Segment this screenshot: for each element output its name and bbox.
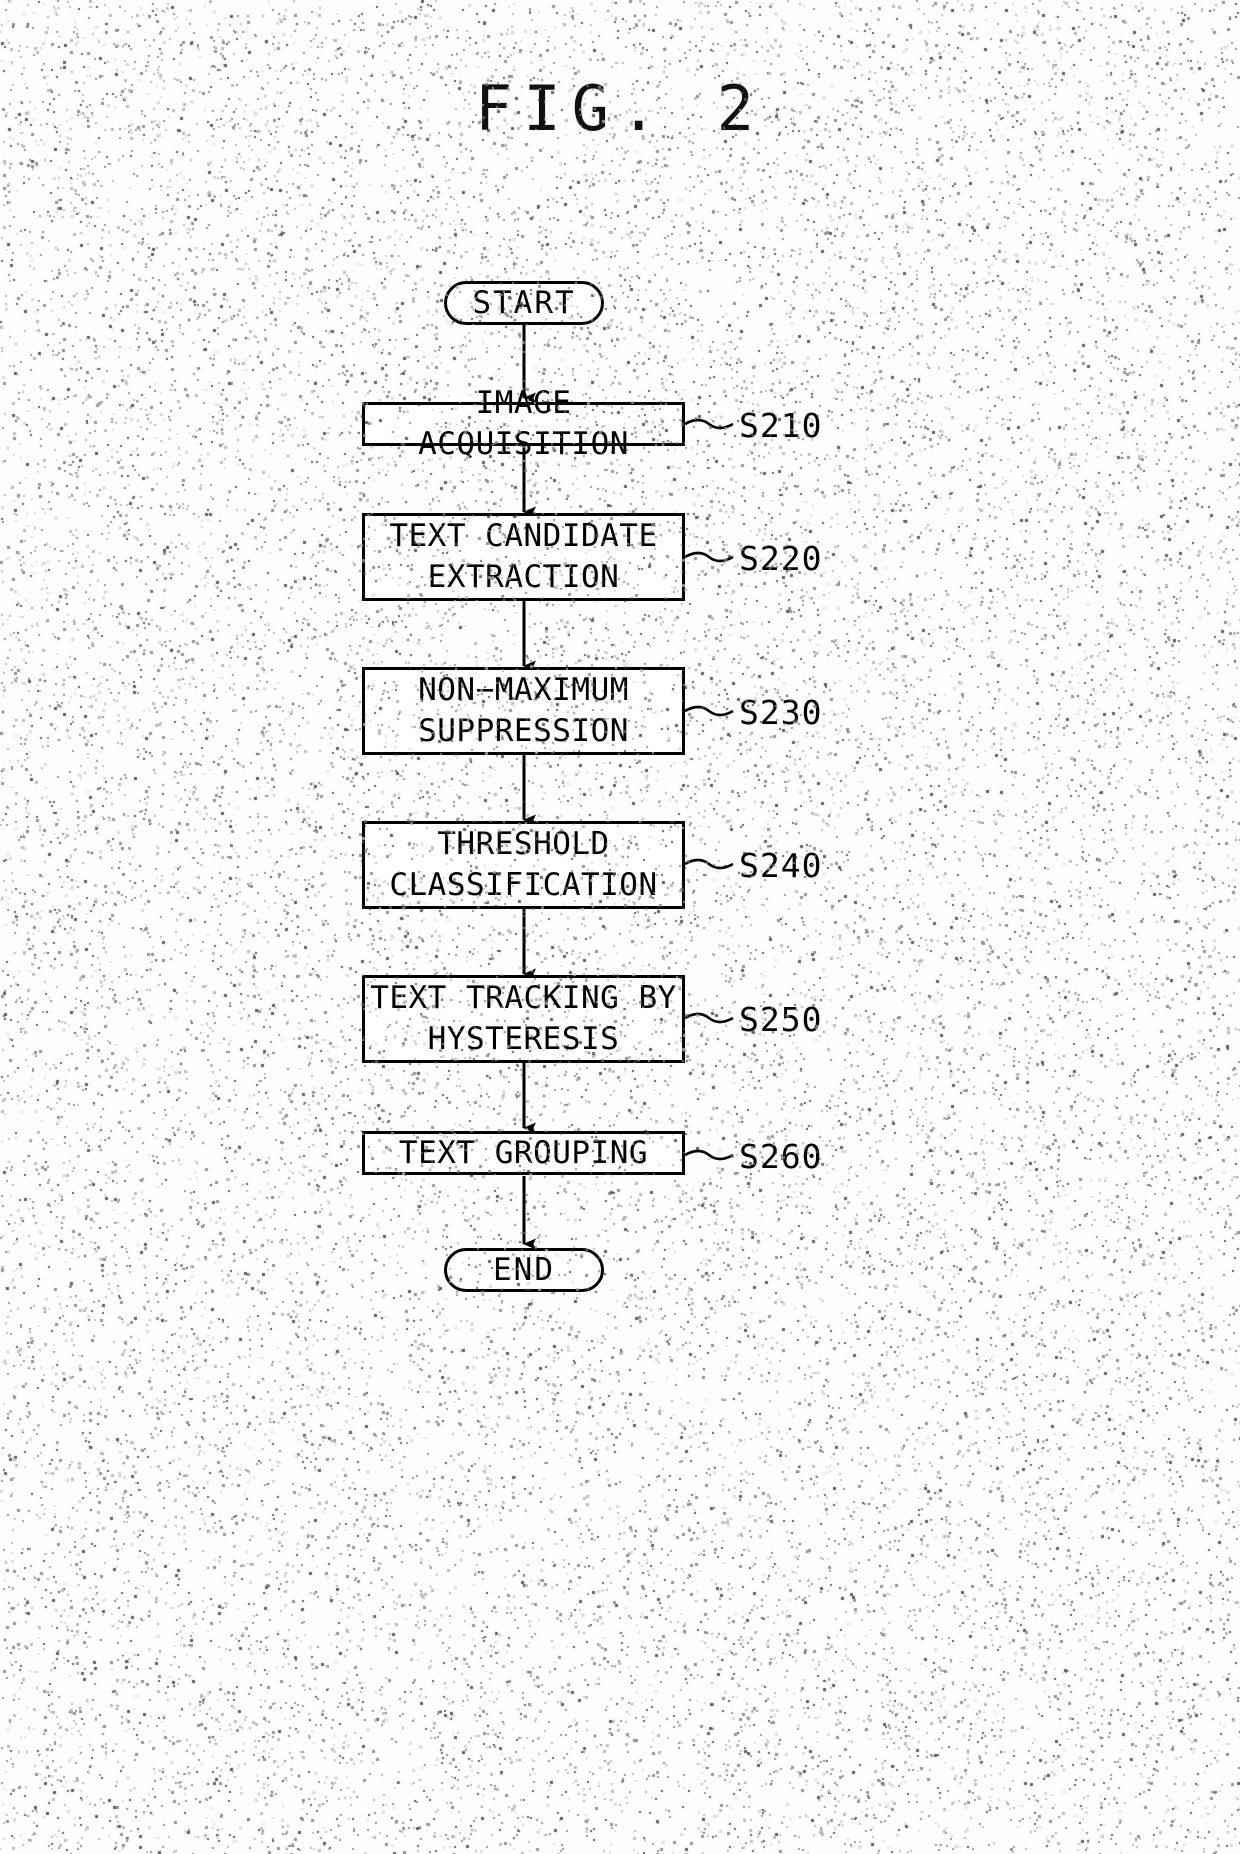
flow-node-start-label: START [472,285,576,321]
step-id-s220: S220 [739,539,823,578]
flow-node-s230: NON−MAXIMUM SUPPRESSION [362,667,685,755]
leader-line-s240 [684,858,734,870]
flow-node-end-label: END [493,1252,555,1288]
step-id-s230: S230 [739,693,823,732]
flow-node-s240-label-line2: CLASSIFICATION [389,867,658,903]
flowchart-connectors [522,324,734,1250]
flow-node-s210: IMAGE ACQUISITION [362,385,685,462]
flow-node-s240: THRESHOLD CLASSIFICATION [362,821,685,909]
step-id-s210: S210 [739,406,823,445]
step-id-s240: S240 [739,846,823,885]
flow-node-s230-label-line2: SUPPRESSION [418,713,629,749]
flow-node-s240-label-line1: THRESHOLD [437,826,610,863]
patent-figure-page: FIG. 2 START IMAGE ACQUISITION S210 TEXT… [0,0,1240,1854]
flow-node-s260-label: TEXT GROUPING [398,1134,649,1171]
flow-node-end: END [444,1248,604,1292]
flow-node-s250: TEXT TRACKING BY HYSTERESIS [362,975,685,1063]
leader-line-s250 [684,1012,734,1024]
page-title: FIG. 2 [475,72,765,145]
flow-node-s250-label-line2: HYSTERESIS [427,1021,620,1057]
flow-node-s260: TEXT GROUPING [362,1131,685,1175]
leader-line-s260 [684,1149,734,1161]
leader-line-s210 [684,418,734,430]
flow-node-s250-label-line1: TEXT TRACKING BY [370,980,677,1017]
leader-line-s230 [684,705,734,717]
flow-node-s220-label-line2: EXTRACTION [427,559,620,595]
flow-node-start: START [444,281,604,325]
step-id-s250: S250 [739,1000,823,1039]
flow-node-s220: TEXT CANDIDATE EXTRACTION [362,513,685,601]
flow-node-s220-label-line1: TEXT CANDIDATE [389,518,658,555]
leader-line-s220 [684,551,734,563]
step-id-s260: S260 [739,1137,823,1176]
flow-node-s230-label-line1: NON−MAXIMUM [418,672,629,709]
flow-node-s210-label: IMAGE ACQUISITION [418,385,629,462]
